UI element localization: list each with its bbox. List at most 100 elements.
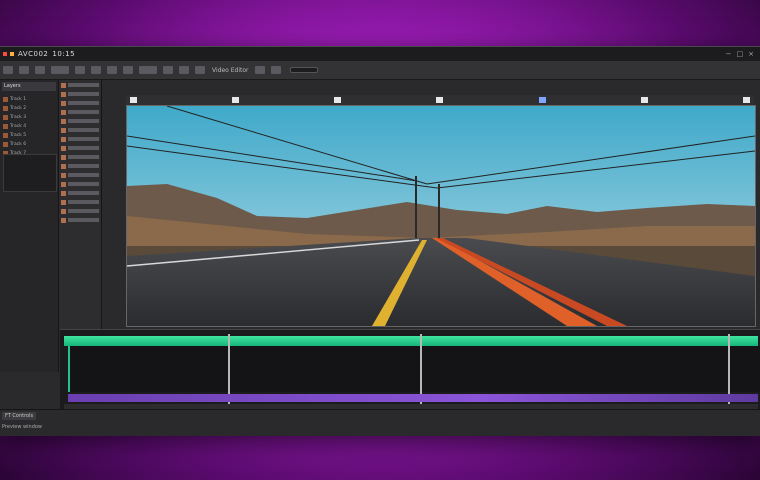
link-icon[interactable] xyxy=(255,66,266,74)
select-icon[interactable] xyxy=(91,66,101,74)
clip-icon xyxy=(61,172,66,178)
layer-row[interactable]: Track 4 xyxy=(3,122,55,130)
zoom-slider[interactable] xyxy=(290,67,319,73)
layer-icon xyxy=(3,114,8,120)
clip-bar xyxy=(68,92,99,96)
ripple-icon[interactable] xyxy=(271,66,282,74)
razor-icon[interactable] xyxy=(107,66,117,74)
clip-icon xyxy=(61,118,66,124)
clip-bar xyxy=(68,110,99,114)
status-text: Preview window xyxy=(2,424,43,430)
status-controls[interactable]: FT Controls xyxy=(2,412,37,420)
layer-row[interactable]: Track 1 xyxy=(3,95,55,103)
layer-label: Track 2 xyxy=(10,105,27,111)
media-row[interactable] xyxy=(61,117,99,125)
text-icon[interactable] xyxy=(163,66,173,74)
media-row[interactable] xyxy=(61,108,99,116)
clip-bar xyxy=(68,173,99,177)
layer-icon xyxy=(3,105,8,111)
layers-panel: Layers Track 1 Track 2 Track 3 Track 4 T… xyxy=(0,80,59,372)
snap-icon[interactable] xyxy=(195,66,205,74)
app-title-suffix: 10:15 xyxy=(52,50,76,58)
clip-icon xyxy=(61,82,66,88)
window-min-button[interactable]: − xyxy=(726,50,732,58)
clip-bar xyxy=(68,146,99,150)
audio-track-clip[interactable] xyxy=(68,394,758,402)
window-close-button[interactable]: × xyxy=(748,50,754,58)
undo-icon[interactable] xyxy=(51,66,69,74)
preview-viewer[interactable] xyxy=(126,105,756,327)
clip-icon xyxy=(61,109,66,115)
window-max-button[interactable]: □ xyxy=(737,50,744,58)
current-marker[interactable] xyxy=(538,97,546,103)
media-row[interactable] xyxy=(61,180,99,188)
media-row[interactable] xyxy=(61,198,99,206)
media-row[interactable] xyxy=(61,207,99,215)
in-point-marker[interactable] xyxy=(130,97,137,103)
clip-icon xyxy=(61,181,66,187)
media-row[interactable] xyxy=(61,99,99,107)
close-icon[interactable] xyxy=(3,52,7,56)
clip-icon xyxy=(61,91,66,97)
layer-label: Track 1 xyxy=(10,96,27,102)
layer-row[interactable]: Track 3 xyxy=(3,113,55,121)
paste-icon[interactable] xyxy=(35,66,45,74)
media-row[interactable] xyxy=(61,171,99,179)
layer-label: Track 3 xyxy=(10,114,27,120)
hand-icon[interactable] xyxy=(123,66,133,74)
layer-label: Track 4 xyxy=(10,123,27,129)
clip-bar xyxy=(68,119,99,123)
minimize-icon[interactable] xyxy=(10,52,14,56)
clip-bar xyxy=(68,182,99,186)
layer-row[interactable]: Track 6 xyxy=(3,140,55,148)
media-row[interactable] xyxy=(61,216,99,224)
marker[interactable] xyxy=(640,97,648,103)
media-row[interactable] xyxy=(61,135,99,143)
viewer-toolbar xyxy=(126,95,754,105)
track-lane[interactable] xyxy=(68,346,760,392)
copy-icon[interactable] xyxy=(19,66,29,74)
layer-icon xyxy=(3,123,8,129)
video-track-clip[interactable] xyxy=(64,336,758,346)
marker[interactable] xyxy=(436,97,444,103)
marker[interactable] xyxy=(232,97,240,103)
clip-bar xyxy=(68,164,99,168)
clip-bar xyxy=(68,218,99,222)
redo-icon[interactable] xyxy=(75,66,85,74)
layer-icon xyxy=(3,141,8,147)
zoom-icon[interactable] xyxy=(139,66,157,74)
media-row[interactable] xyxy=(61,144,99,152)
layer-row[interactable]: Track 2 xyxy=(3,104,55,112)
media-row[interactable] xyxy=(61,81,99,89)
clip-icon xyxy=(61,145,66,151)
clip-icon xyxy=(61,217,66,223)
clip-bar xyxy=(68,83,99,87)
media-row[interactable] xyxy=(61,162,99,170)
media-row[interactable] xyxy=(61,126,99,134)
out-point-marker[interactable] xyxy=(742,97,750,103)
clip-bar xyxy=(68,137,99,141)
cut-icon[interactable] xyxy=(3,66,13,74)
marker[interactable] xyxy=(334,97,342,103)
layers-header: Layers xyxy=(2,82,56,91)
clip-bar xyxy=(68,200,99,204)
clip-icon xyxy=(61,199,66,205)
clip-bar xyxy=(68,101,99,105)
layer-row[interactable]: Track 5 xyxy=(3,131,55,139)
status-bar: FT Controls Preview window xyxy=(0,409,760,436)
toolbar: Video Editor xyxy=(0,61,760,80)
media-row[interactable] xyxy=(61,153,99,161)
properties-box xyxy=(3,154,57,192)
window-controls: − □ × xyxy=(726,50,754,58)
marker-icon[interactable] xyxy=(179,66,189,74)
layer-icon xyxy=(3,96,8,102)
media-row[interactable] xyxy=(61,189,99,197)
video-editor-window: AVC002 10:15 − □ × Video Editor Layers T… xyxy=(0,46,760,436)
clip-bar xyxy=(68,209,99,213)
clip-icon xyxy=(61,136,66,142)
clip-bar xyxy=(68,128,99,132)
clip-bar xyxy=(68,191,99,195)
media-row[interactable] xyxy=(61,90,99,98)
app-title: AVC002 xyxy=(18,50,49,58)
timeline-panel[interactable] xyxy=(60,329,760,410)
